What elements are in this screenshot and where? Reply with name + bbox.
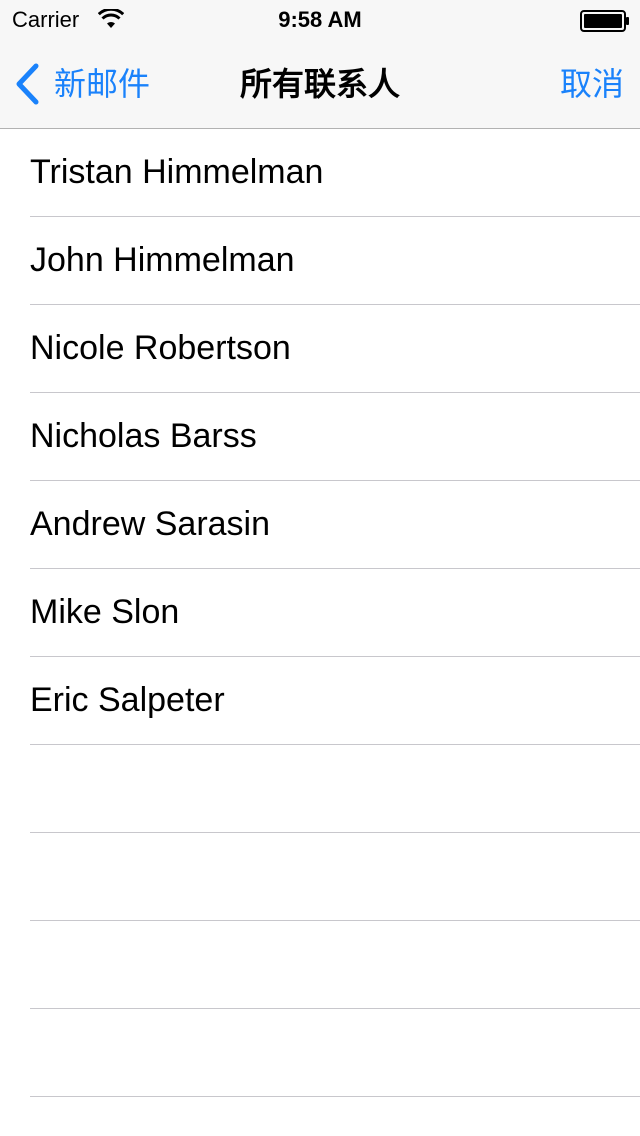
empty-row <box>30 833 640 921</box>
contact-name: Eric Salpeter <box>30 681 225 719</box>
empty-row <box>30 1009 640 1097</box>
contact-name: Mike Slon <box>30 593 180 631</box>
list-item[interactable]: Andrew Sarasin <box>30 481 640 569</box>
battery-icon <box>580 10 629 32</box>
list-item[interactable]: Eric Salpeter <box>30 657 640 745</box>
navigation-bar: 新邮件 所有联系人 取消 <box>0 40 640 129</box>
list-item[interactable]: Tristan Himmelman <box>30 129 640 217</box>
chevron-left-icon <box>16 63 39 105</box>
empty-row <box>30 921 640 1009</box>
list-item[interactable]: John Himmelman <box>30 217 640 305</box>
contact-name: John Himmelman <box>30 241 295 279</box>
back-button[interactable]: 新邮件 <box>14 62 150 106</box>
contact-name: Tristan Himmelman <box>30 153 324 191</box>
empty-row <box>30 1097 640 1136</box>
contact-list: Tristan Himmelman John Himmelman Nicole … <box>0 129 640 1136</box>
list-item[interactable]: Nicole Robertson <box>30 305 640 393</box>
empty-row <box>30 745 640 833</box>
cancel-button[interactable]: 取消 <box>560 62 624 106</box>
list-item[interactable]: Mike Slon <box>30 569 640 657</box>
contact-name: Nicole Robertson <box>30 329 291 367</box>
status-time: 9:58 AM <box>278 7 362 32</box>
back-button-label: 新邮件 <box>54 66 151 102</box>
contact-name: Andrew Sarasin <box>30 505 271 543</box>
contact-name: Nicholas Barss <box>30 417 257 455</box>
list-item[interactable]: Nicholas Barss <box>30 393 640 481</box>
status-bar: Carrier 9:58 AM <box>0 0 640 40</box>
